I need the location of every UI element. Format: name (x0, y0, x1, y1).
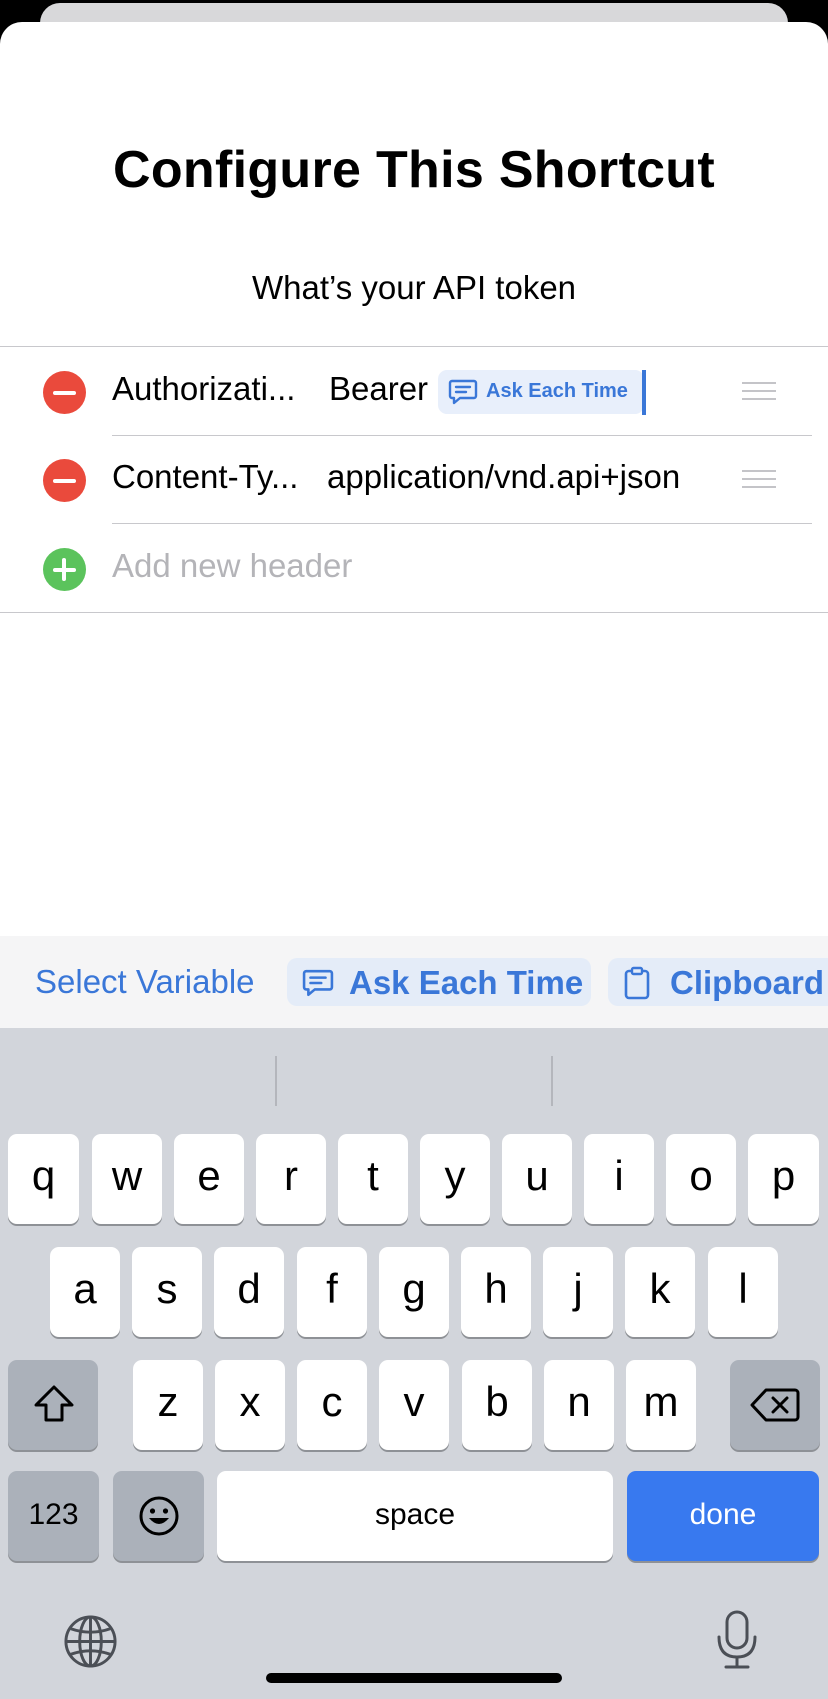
add-header-placeholder[interactable]: Add new header (112, 547, 352, 585)
key-s[interactable]: s (132, 1247, 202, 1337)
key-e[interactable]: e (174, 1134, 244, 1224)
key-k[interactable]: k (625, 1247, 695, 1337)
ask-each-time-token[interactable]: Ask Each Time (438, 370, 644, 414)
home-indicator[interactable] (266, 1673, 562, 1683)
clipboard-icon (624, 966, 650, 1000)
header-value-field[interactable]: application/vnd.api+json (327, 458, 680, 496)
reorder-handle-icon[interactable] (742, 470, 776, 488)
header-key-field[interactable]: Content-Ty... (112, 458, 298, 496)
shift-key[interactable] (8, 1360, 98, 1450)
page-title: Configure This Shortcut (113, 141, 715, 199)
key-b[interactable]: b (462, 1360, 532, 1450)
text-cursor (642, 370, 646, 415)
header-row-authorization: Authorizati... Bearer Ask Each Time (0, 348, 828, 436)
token-label: Ask Each Time (486, 380, 628, 402)
reorder-handle-icon[interactable] (742, 382, 776, 400)
clipboard-button[interactable]: Clipboard (608, 958, 828, 1006)
key-f[interactable]: f (297, 1247, 367, 1337)
done-key[interactable]: done (627, 1471, 819, 1561)
ask-each-time-button[interactable]: Ask Each Time (287, 958, 591, 1006)
key-r[interactable]: r (256, 1134, 326, 1224)
delete-header-button[interactable] (43, 371, 86, 414)
key-i[interactable]: i (584, 1134, 654, 1224)
header-row-content-type: Content-Ty... application/vnd.api+json (0, 436, 828, 524)
add-header-button[interactable] (43, 548, 86, 591)
clipboard-label: Clipboard (670, 964, 824, 1001)
suggestion-separator (551, 1056, 553, 1106)
suggestion-separator (275, 1056, 277, 1106)
key-m[interactable]: m (626, 1360, 696, 1450)
space-key[interactable]: space (217, 1471, 613, 1561)
microphone-icon[interactable] (714, 1609, 760, 1671)
configure-sheet: Configure This Shortcut What’s your API … (0, 22, 828, 1699)
key-z[interactable]: z (133, 1360, 203, 1450)
add-header-row[interactable]: Add new header (0, 525, 828, 613)
key-v[interactable]: v (379, 1360, 449, 1450)
key-o[interactable]: o (666, 1134, 736, 1224)
numbers-key[interactable]: 123 (8, 1471, 99, 1561)
keyboard: q w e r t y u i o p a s d f g h j k l z … (0, 1028, 828, 1699)
header-value-prefix[interactable]: Bearer (329, 370, 428, 408)
key-g[interactable]: g (379, 1247, 449, 1337)
key-l[interactable]: l (708, 1247, 778, 1337)
delete-header-button[interactable] (43, 459, 86, 502)
list-bottom-divider (0, 612, 828, 613)
key-u[interactable]: u (502, 1134, 572, 1224)
backspace-icon (750, 1388, 800, 1422)
chat-bubble-icon (302, 969, 334, 997)
row-divider (112, 523, 812, 524)
shift-arrow-icon (34, 1385, 74, 1422)
list-top-divider (0, 346, 828, 347)
globe-icon[interactable] (63, 1614, 118, 1669)
key-w[interactable]: w (92, 1134, 162, 1224)
delete-key[interactable] (730, 1360, 820, 1450)
select-variable-button[interactable]: Select Variable (35, 963, 255, 1001)
variable-bar: Select Variable Ask Each Time Clipboard (0, 936, 828, 1028)
key-y[interactable]: y (420, 1134, 490, 1224)
ask-each-time-label: Ask Each Time (349, 964, 584, 1001)
key-a[interactable]: a (50, 1247, 120, 1337)
key-p[interactable]: p (748, 1134, 819, 1224)
emoji-icon (139, 1496, 179, 1536)
key-h[interactable]: h (461, 1247, 531, 1337)
header-key-field[interactable]: Authorizati... (112, 370, 295, 408)
prompt-text: What’s your API token (251, 269, 577, 306)
key-x[interactable]: x (215, 1360, 285, 1450)
key-n[interactable]: n (544, 1360, 614, 1450)
key-q[interactable]: q (8, 1134, 79, 1224)
key-d[interactable]: d (214, 1247, 284, 1337)
chat-bubble-icon (448, 379, 478, 405)
emoji-key[interactable] (113, 1471, 204, 1561)
key-t[interactable]: t (338, 1134, 408, 1224)
key-j[interactable]: j (543, 1247, 613, 1337)
key-c[interactable]: c (297, 1360, 367, 1450)
